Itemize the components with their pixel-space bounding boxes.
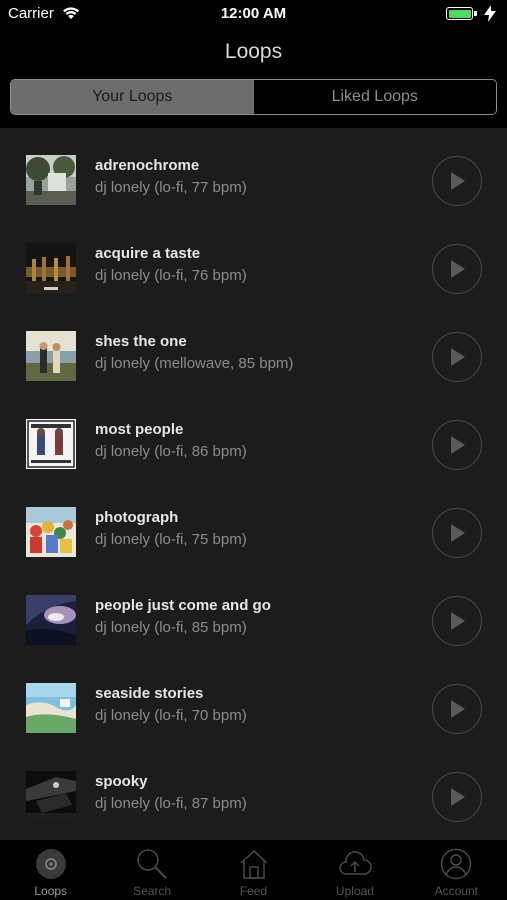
loop-subtitle: dj lonely (lo-fi, 86 bpm) <box>95 443 247 460</box>
tab-label: Search <box>133 884 172 898</box>
play-button[interactable] <box>432 596 482 646</box>
loops-segmented-control: Your Loops Liked Loops <box>10 79 497 115</box>
loops-record-icon <box>35 849 66 879</box>
home-icon <box>240 849 268 879</box>
tab-bar: Loops Search Feed Upload Account <box>0 840 507 900</box>
page-title: Loops <box>224 40 283 63</box>
tab-label: Loops <box>34 884 68 898</box>
clock: 12:00 AM <box>220 5 287 22</box>
album-art-image <box>26 331 76 381</box>
loop-subtitle: dj lonely (lo-fi, 75 bpm) <box>95 531 247 548</box>
loop-title: photograph <box>95 509 179 526</box>
search-icon <box>137 849 167 879</box>
play-icon <box>451 348 465 366</box>
list-item[interactable]: photograph dj lonely (lo-fi, 75 bpm) <box>0 480 507 568</box>
loops-list: adrenochrome dj lonely (lo-fi, 77 bpm) a… <box>0 128 507 840</box>
navigation-bar: Loops Your Loops Liked Loops <box>0 28 507 128</box>
loop-title: shes the one <box>95 333 187 350</box>
segment-your-loops[interactable]: Your Loops <box>11 80 254 114</box>
album-art-image <box>26 507 76 557</box>
play-icon <box>451 172 465 190</box>
tab-search[interactable]: Search <box>101 840 202 900</box>
tab-label: Feed <box>239 884 268 898</box>
album-art-image <box>26 243 76 293</box>
loop-title: people just come and go <box>95 597 271 614</box>
tab-account[interactable]: Account <box>406 840 507 900</box>
album-art-image <box>26 419 76 469</box>
loop-subtitle: dj lonely (lo-fi, 70 bpm) <box>95 707 247 724</box>
play-icon <box>451 612 465 630</box>
list-item[interactable]: most people dj lonely (lo-fi, 86 bpm) <box>0 392 507 480</box>
album-art-image <box>26 683 76 733</box>
list-item[interactable]: shes the one dj lonely (mellowave, 85 bp… <box>0 304 507 392</box>
tab-loops[interactable]: Loops <box>0 840 101 900</box>
tab-feed[interactable]: Feed <box>203 840 304 900</box>
tab-label: Account <box>434 884 478 898</box>
album-art-image <box>26 155 76 205</box>
loop-subtitle: dj lonely (lo-fi, 85 bpm) <box>95 619 247 636</box>
tab-label: Upload <box>335 884 374 898</box>
tab-upload[interactable]: Upload <box>304 840 405 900</box>
play-button[interactable] <box>432 244 482 294</box>
cloud-upload-icon <box>339 851 372 875</box>
play-icon <box>451 436 465 454</box>
loop-subtitle: dj lonely (mellowave, 85 bpm) <box>95 355 294 372</box>
album-art-image <box>26 771 76 821</box>
charging-icon <box>484 5 496 22</box>
list-item[interactable]: people just come and go dj lonely (lo-fi… <box>0 568 507 656</box>
play-button[interactable] <box>432 332 482 382</box>
play-button[interactable] <box>432 772 482 822</box>
play-icon <box>451 524 465 542</box>
loop-subtitle: dj lonely (lo-fi, 87 bpm) <box>95 795 247 812</box>
loop-title: spooky <box>95 773 148 790</box>
list-item[interactable]: acquire a taste dj lonely (lo-fi, 76 bpm… <box>0 216 507 304</box>
account-icon <box>441 848 472 880</box>
play-icon <box>451 700 465 718</box>
battery-tip <box>474 11 477 16</box>
loop-subtitle: dj lonely (lo-fi, 77 bpm) <box>95 179 247 196</box>
loop-title: most people <box>95 421 184 438</box>
list-item[interactable]: spooky dj lonely (lo-fi, 87 bpm) <box>0 744 507 832</box>
battery-icon <box>446 7 473 20</box>
play-icon <box>451 788 465 806</box>
play-button[interactable] <box>432 156 482 206</box>
status-bar: Carrier 12:00 AM <box>0 0 507 28</box>
segment-liked-loops[interactable]: Liked Loops <box>253 80 496 114</box>
play-button[interactable] <box>432 420 482 470</box>
loop-title: acquire a taste <box>95 245 201 262</box>
loop-subtitle: dj lonely (lo-fi, 76 bpm) <box>95 267 247 284</box>
list-item[interactable]: seaside stories dj lonely (lo-fi, 70 bpm… <box>0 656 507 744</box>
loop-title: adrenochrome <box>95 157 200 174</box>
loop-title: seaside stories <box>95 685 204 702</box>
play-button[interactable] <box>432 508 482 558</box>
list-item[interactable]: adrenochrome dj lonely (lo-fi, 77 bpm) <box>0 128 507 216</box>
play-icon <box>451 260 465 278</box>
album-art-image <box>26 595 76 645</box>
play-button[interactable] <box>432 684 482 734</box>
